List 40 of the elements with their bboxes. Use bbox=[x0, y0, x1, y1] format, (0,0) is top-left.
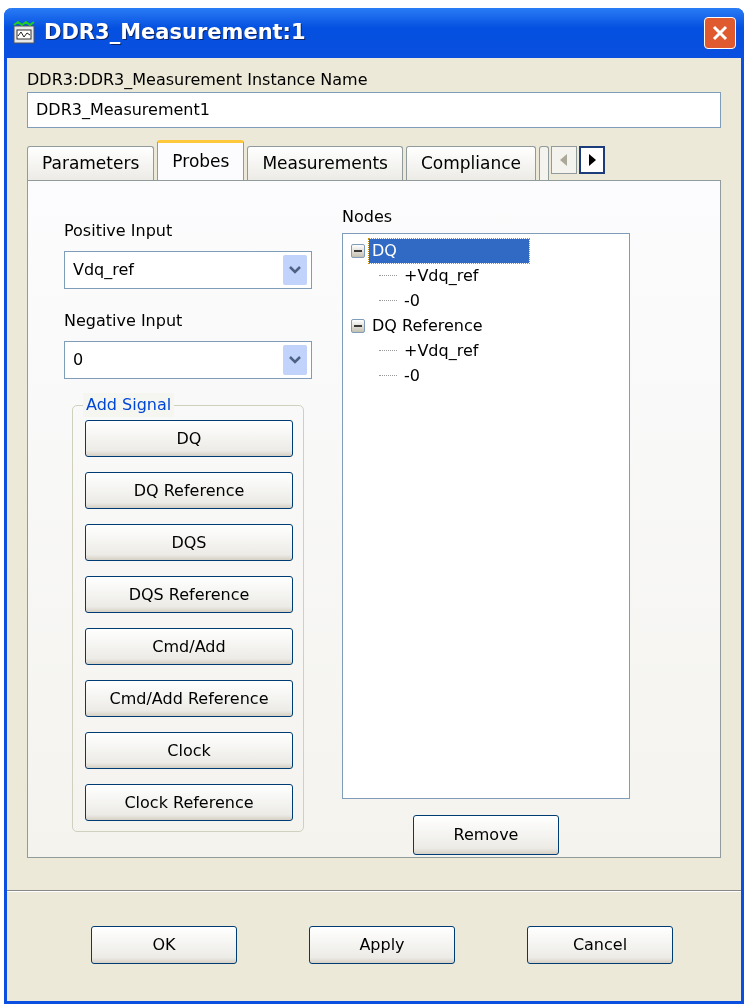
app-icon bbox=[12, 21, 36, 45]
window-title: DDR3_Measurement:1 bbox=[44, 19, 306, 47]
add-signal-button[interactable]: Cmd/Add bbox=[85, 628, 293, 665]
ok-button[interactable]: OK bbox=[91, 926, 237, 964]
add-signal-button[interactable]: DQ Reference bbox=[85, 472, 293, 509]
cancel-button[interactable]: Cancel bbox=[527, 926, 673, 964]
tree-node[interactable]: -0 bbox=[401, 363, 423, 388]
negative-input-dropdown[interactable]: 0 bbox=[64, 341, 312, 379]
add-signal-button[interactable]: Clock Reference bbox=[85, 784, 293, 821]
tree-node[interactable]: -0 bbox=[401, 288, 423, 313]
tab[interactable]: Measurements bbox=[247, 146, 403, 180]
add-signal-button[interactable]: DQS Reference bbox=[85, 576, 293, 613]
add-signal-button[interactable]: Clock bbox=[85, 732, 293, 769]
remove-button[interactable]: Remove bbox=[413, 815, 559, 855]
close-icon bbox=[711, 24, 729, 42]
scroll-right-button[interactable] bbox=[579, 146, 606, 174]
tab[interactable] bbox=[539, 146, 550, 180]
group-title: Add Signal bbox=[83, 393, 175, 417]
tree-node[interactable]: +Vdq_ref bbox=[401, 263, 482, 288]
instance-name-label: DDR3:DDR3_Measurement Instance Name bbox=[27, 69, 369, 91]
tree-node[interactable]: DQ bbox=[369, 238, 529, 263]
left-arrow-icon bbox=[559, 153, 570, 167]
positive-input-dropdown[interactable]: Vdq_ref bbox=[64, 251, 312, 289]
apply-button[interactable]: Apply bbox=[309, 926, 455, 964]
instance-name-field[interactable]: DDR3_Measurement1 bbox=[27, 92, 721, 128]
add-signal-button[interactable]: Cmd/Add Reference bbox=[85, 680, 293, 717]
close-button[interactable] bbox=[704, 17, 736, 49]
tab[interactable]: Probes bbox=[157, 140, 245, 180]
tree-node[interactable]: +Vdq_ref bbox=[401, 338, 482, 363]
field-label: Positive Input bbox=[64, 220, 174, 242]
add-signal-button[interactable]: DQS bbox=[85, 524, 293, 561]
field-label: Negative Input bbox=[64, 310, 184, 332]
add-signal-button[interactable]: DQ bbox=[85, 420, 293, 457]
nodes-label: Nodes bbox=[342, 206, 394, 228]
right-arrow-icon bbox=[587, 153, 598, 167]
tree-node[interactable]: DQ Reference bbox=[369, 313, 486, 338]
tab[interactable]: Compliance bbox=[405, 146, 537, 180]
tab[interactable]: Parameters bbox=[27, 146, 155, 180]
collapse-toggle-icon[interactable] bbox=[351, 318, 365, 333]
collapse-toggle-icon[interactable] bbox=[351, 243, 365, 258]
